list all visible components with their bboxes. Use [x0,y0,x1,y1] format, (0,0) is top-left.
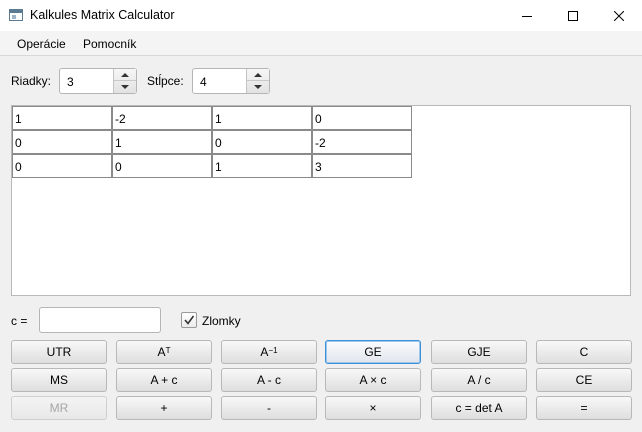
arrow-down-icon [121,85,129,89]
button-label: MS [50,373,68,387]
matrix-panel: 1 -2 1 0 0 1 0 -2 0 0 1 3 [11,105,631,296]
subtract-constant-button[interactable]: A - c [221,368,317,392]
minimize-button[interactable] [504,0,550,31]
matrix-cell[interactable]: 0 [12,130,112,154]
button-label: GE [364,345,382,359]
matrix-cell[interactable]: 1 [12,106,112,130]
multiply-button[interactable]: × [325,396,421,420]
matrix-cell[interactable]: -2 [112,106,212,130]
button-label: A + c [150,373,178,387]
clear-entry-button[interactable]: CE [536,368,632,392]
minimize-icon [522,15,532,17]
button-label: A × c [359,373,387,387]
rows-label: Riadky: [11,74,52,88]
button-label: + [160,401,168,415]
cols-increment-button[interactable] [247,69,269,81]
clear-button[interactable]: C [536,340,632,364]
arrow-up-icon [121,72,129,77]
divide-constant-button[interactable]: A / c [431,368,527,392]
app-icon [9,9,23,21]
button-label: CE [575,373,593,387]
maximize-icon [568,10,578,21]
cols-decrement-button[interactable] [247,81,269,93]
menu-bar: Operácie Pomocník [0,31,642,56]
checkmark-icon [184,315,195,325]
matrix-cell[interactable]: 1 [212,106,312,130]
multiply-constant-button[interactable]: A × c [325,368,421,392]
button-label: UTR [46,345,72,359]
matrix-cell[interactable]: -2 [312,130,412,154]
utr-button[interactable]: UTR [11,340,107,364]
window-title: Kalkules Matrix Calculator [30,8,175,22]
add-button[interactable]: + [116,396,212,420]
button-label: MR [49,401,69,415]
constant-label: c = [11,314,28,328]
button-label: A [157,345,166,359]
add-constant-button[interactable]: A + c [116,368,212,392]
title-bar: Kalkules Matrix Calculator [0,0,642,31]
button-label: GJE [467,345,491,359]
rows-spinner-arrows [113,69,136,93]
button-label: c = det A [455,401,503,415]
rows-increment-button[interactable] [114,69,136,81]
button-label: C [579,345,589,359]
close-icon [614,10,624,21]
ge-button[interactable]: GE [325,340,421,364]
memory-recall-button[interactable]: MR [11,396,107,420]
arrow-up-icon [254,72,262,77]
cols-spinner-arrows [246,69,269,93]
matrix-cell[interactable]: 0 [312,106,412,130]
menu-operacie[interactable]: Operácie [17,37,66,51]
inverse-button[interactable]: A −1 [221,340,317,364]
equals-button[interactable]: = [536,396,632,420]
button-label: = [580,401,588,415]
maximize-button[interactable] [550,0,596,31]
button-label: A / c [467,373,491,387]
matrix-cell[interactable]: 0 [212,130,312,154]
determinant-button[interactable]: c = det A [431,396,527,420]
cols-label: Stĺpce: [147,74,184,88]
gje-button[interactable]: GJE [431,340,527,364]
menu-pomocnik[interactable]: Pomocník [83,37,136,51]
rows-decrement-button[interactable] [114,81,136,93]
matrix-cell[interactable]: 0 [12,154,112,178]
matrix-cell[interactable]: 1 [212,154,312,178]
arrow-down-icon [254,85,262,89]
button-label: A [260,345,269,359]
fractions-checkbox[interactable] [181,312,197,328]
fractions-label: Zlomky [202,314,241,328]
rows-value[interactable]: 3 [67,75,74,89]
button-label: × [369,401,377,415]
button-label: A - c [256,373,281,387]
matrix-cell[interactable]: 0 [112,154,212,178]
close-button[interactable] [596,0,642,31]
cols-spinner[interactable]: 4 [192,68,270,94]
subtract-button[interactable]: - [221,396,317,420]
constant-input[interactable] [39,307,161,333]
matrix-cell[interactable]: 1 [112,130,212,154]
cols-value[interactable]: 4 [200,75,207,89]
matrix-cell[interactable]: 3 [312,154,412,178]
memory-store-button[interactable]: MS [11,368,107,392]
transpose-button[interactable]: AT [116,340,212,364]
rows-spinner[interactable]: 3 [59,68,137,94]
button-label: - [267,401,271,415]
